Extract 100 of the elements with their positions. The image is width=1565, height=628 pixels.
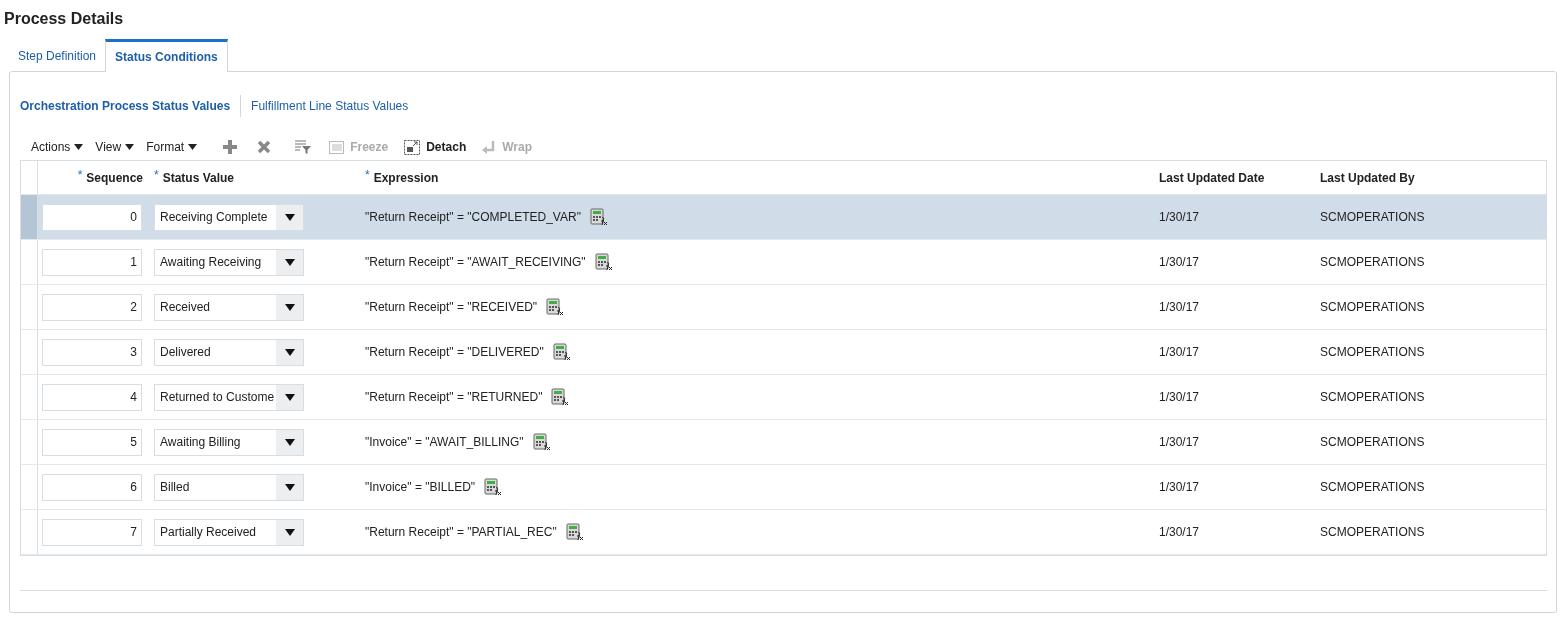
status-dropdown[interactable]: Receiving Complete bbox=[154, 203, 304, 231]
date-text: 1/30/17 bbox=[1159, 299, 1200, 316]
status-dropdown[interactable]: Returned to Custome bbox=[154, 383, 304, 411]
date-text: 1/30/17 bbox=[1159, 344, 1200, 361]
add-button[interactable] bbox=[221, 138, 240, 156]
caret-icon bbox=[125, 144, 135, 150]
table-row[interactable]: 4 Returned to Custome "Return Receipt" = "RETURNED" 1/30/17 SCMOPERATIONS bbox=[21, 375, 1546, 420]
dropdown-value: Awaiting Receiving bbox=[160, 254, 262, 271]
sequence-field[interactable]: 3 bbox=[42, 338, 142, 366]
calculator-icon[interactable] bbox=[551, 388, 570, 406]
sequence-field[interactable]: 6 bbox=[42, 473, 142, 501]
column-header: Expression bbox=[373, 169, 439, 187]
status-dropdown[interactable]: Awaiting Billing bbox=[154, 428, 304, 456]
menu-button[interactable]: View bbox=[95, 138, 135, 156]
date-text: 1/30/17 bbox=[1159, 209, 1200, 226]
dropdown-value: Partially Received bbox=[160, 524, 257, 541]
calculator-icon[interactable] bbox=[589, 208, 608, 226]
user-text: SCMOPERATIONS bbox=[1320, 209, 1425, 226]
table-row[interactable]: 0 Receiving Complete "Return Receipt" = "COMPLETED_VAR" 1/30/17 SCMOPERATIONS bbox=[21, 195, 1546, 240]
sequence-field[interactable]: 5 bbox=[42, 428, 142, 456]
columns-icon bbox=[329, 140, 345, 154]
sub-tab[interactable]: Fulfillment Line Status Values bbox=[251, 95, 409, 117]
detach-button[interactable]: Detach bbox=[404, 138, 467, 156]
column-header: Last Updated By bbox=[1320, 169, 1415, 187]
date-text: 1/30/17 bbox=[1159, 434, 1200, 451]
sequence-field[interactable]: 7 bbox=[42, 518, 142, 546]
dropdown-value: Billed bbox=[160, 479, 190, 496]
dropdown-value: Returned to Custome bbox=[160, 389, 275, 406]
status-dropdown[interactable]: Billed bbox=[154, 473, 304, 501]
user-text: SCMOPERATIONS bbox=[1320, 434, 1425, 451]
status-dropdown[interactable]: Partially Received bbox=[154, 518, 304, 546]
dropdown-value: Received bbox=[160, 299, 211, 316]
menu-button[interactable]: Actions bbox=[31, 138, 84, 156]
caret-icon bbox=[188, 144, 198, 150]
menu-button[interactable]: Format bbox=[146, 138, 198, 156]
user-text: SCMOPERATIONS bbox=[1320, 479, 1425, 496]
sub-tab[interactable]: Orchestration Process Status Values bbox=[20, 95, 231, 117]
filter-icon bbox=[295, 140, 312, 154]
status-dropdown[interactable]: Received bbox=[154, 293, 304, 321]
expression-text: "Return Receipt" = "COMPLETED_VAR" bbox=[365, 209, 581, 226]
calculator-icon[interactable] bbox=[532, 433, 551, 451]
wrap-icon bbox=[482, 140, 497, 154]
caret-icon bbox=[284, 348, 295, 356]
expression-text: "Invoice" = "AWAIT_BILLING" bbox=[365, 434, 524, 451]
caret-icon bbox=[284, 393, 295, 401]
column-header: Sequence bbox=[86, 169, 143, 187]
sequence-field[interactable]: 0 bbox=[42, 203, 142, 231]
required-marker: * bbox=[154, 166, 159, 184]
tab[interactable]: Status Conditions bbox=[105, 39, 228, 72]
tab[interactable]: Step Definition bbox=[9, 39, 106, 72]
caret-icon bbox=[284, 258, 295, 266]
calculator-icon[interactable] bbox=[594, 253, 613, 271]
status-dropdown[interactable]: Awaiting Receiving bbox=[154, 248, 304, 276]
table-row[interactable]: 7 Partially Received "Return Receipt" = "PARTIAL_REC" 1/30/17 SCMOPERATIONS bbox=[21, 510, 1546, 555]
date-text: 1/30/17 bbox=[1159, 479, 1200, 496]
table-row[interactable]: 6 Billed "Invoice" = "BILLED" 1/30/17 SCMOPERATIONS bbox=[21, 465, 1546, 510]
caret-icon bbox=[284, 303, 295, 311]
date-text: 1/30/17 bbox=[1159, 524, 1200, 541]
expression-text: "Return Receipt" = "AWAIT_RECEIVING" bbox=[365, 254, 586, 271]
add-icon bbox=[223, 140, 238, 154]
close-icon bbox=[257, 140, 272, 154]
expression-text: "Invoice" = "BILLED" bbox=[365, 479, 476, 496]
dropdown-value: Awaiting Billing bbox=[160, 434, 241, 451]
expression-text: "Return Receipt" = "RETURNED" bbox=[365, 389, 543, 406]
calculator-icon[interactable] bbox=[546, 298, 565, 316]
filter-button[interactable] bbox=[293, 138, 314, 156]
expression-text: "Return Receipt" = "DELIVERED" bbox=[365, 344, 544, 361]
caret-icon bbox=[284, 438, 295, 446]
calculator-icon[interactable] bbox=[484, 478, 503, 496]
sequence-field[interactable]: 2 bbox=[42, 293, 142, 321]
page-title: Process Details bbox=[4, 9, 124, 29]
dropdown-value: Delivered bbox=[160, 344, 211, 361]
column-header: Last Updated Date bbox=[1159, 169, 1265, 187]
user-text: SCMOPERATIONS bbox=[1320, 299, 1425, 316]
required-marker: * bbox=[365, 166, 370, 184]
table-row[interactable]: 1 Awaiting Receiving "Return Receipt" = "AWAIT_RECEIVING" 1/30/17 SCMOPERATIONS bbox=[21, 240, 1546, 285]
expression-text: "Return Receipt" = "PARTIAL_REC" bbox=[365, 524, 557, 541]
dropdown-value: Receiving Complete bbox=[160, 209, 268, 226]
caret-icon bbox=[284, 213, 295, 221]
expression-text: "Return Receipt" = "RECEIVED" bbox=[365, 299, 538, 316]
user-text: SCMOPERATIONS bbox=[1320, 254, 1425, 271]
user-text: SCMOPERATIONS bbox=[1320, 524, 1425, 541]
table-row[interactable]: 5 Awaiting Billing "Invoice" = "AWAIT_BILLING" 1/30/17 SCMOPERATIONS bbox=[21, 420, 1546, 465]
sequence-field[interactable]: 4 bbox=[42, 383, 142, 411]
required-marker: * bbox=[77, 166, 83, 184]
calculator-icon[interactable] bbox=[565, 523, 584, 541]
caret-icon bbox=[74, 144, 84, 150]
user-text: SCMOPERATIONS bbox=[1320, 344, 1425, 361]
detach-icon bbox=[404, 139, 421, 155]
calculator-icon[interactable] bbox=[552, 343, 571, 361]
user-text: SCMOPERATIONS bbox=[1320, 389, 1425, 406]
column-header: Status Value bbox=[162, 169, 235, 187]
caret-icon bbox=[284, 483, 295, 491]
table-row[interactable]: 2 Received "Return Receipt" = "RECEIVED" 1/30/17 SCMOPERATIONS bbox=[21, 285, 1546, 330]
caret-icon bbox=[284, 528, 295, 536]
date-text: 1/30/17 bbox=[1159, 389, 1200, 406]
table-row[interactable]: 3 Delivered "Return Receipt" = "DELIVERED" 1/30/17 SCMOPERATIONS bbox=[21, 330, 1546, 375]
date-text: 1/30/17 bbox=[1159, 254, 1200, 271]
sequence-field[interactable]: 1 bbox=[42, 248, 142, 276]
status-dropdown[interactable]: Delivered bbox=[154, 338, 304, 366]
